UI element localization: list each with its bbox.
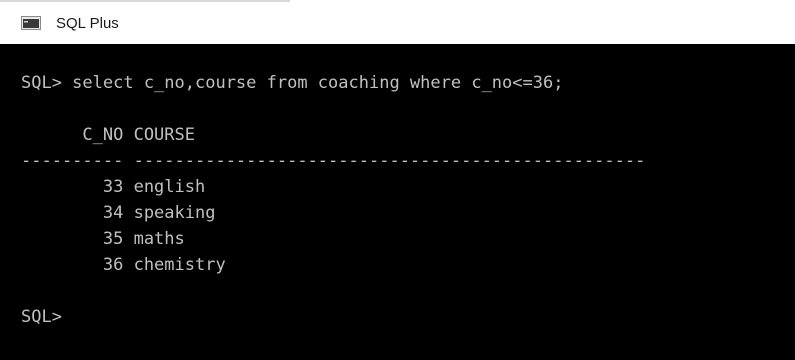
console-window-icon [21,16,41,30]
sqlplus-window: SQL Plus SQL> select c_no,course from co… [0,0,795,360]
result-row: 35 maths [21,229,185,249]
result-row: 36 chemistry [21,255,226,275]
result-row: 33 english [21,177,206,197]
title-bar-divider [0,0,290,2]
result-column-headers: C_NO COURSE [21,125,195,145]
console-output[interactable]: SQL> select c_no,course from coaching wh… [0,44,795,360]
window-title: SQL Plus [56,15,119,32]
sql-prompt[interactable]: SQL> [21,306,72,328]
sql-command-line: SQL> select c_no,course from coaching wh… [21,73,564,93]
result-header-separator: ---------- -----------------------------… [21,151,646,171]
title-bar[interactable]: SQL Plus [0,0,795,44]
result-row: 34 speaking [21,203,216,223]
